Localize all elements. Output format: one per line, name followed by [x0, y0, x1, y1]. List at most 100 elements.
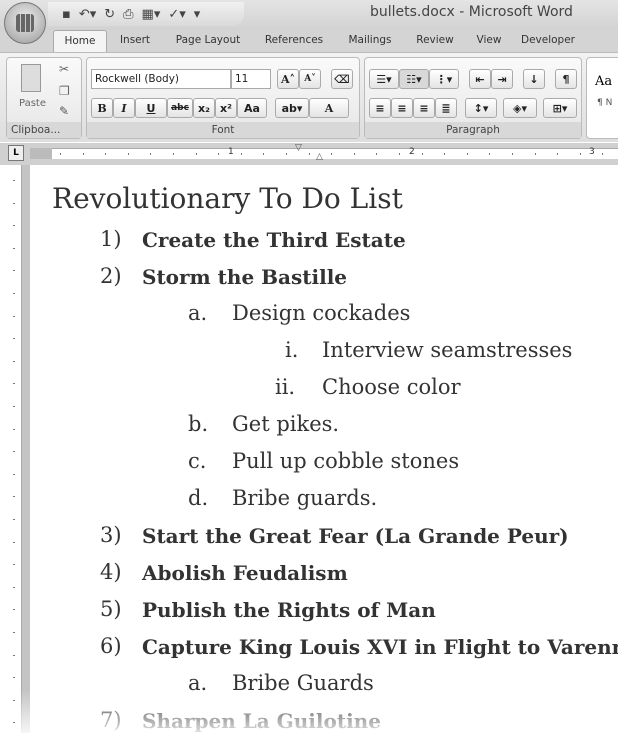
office-button[interactable]: [4, 2, 46, 44]
redo-icon[interactable]: ↻: [104, 7, 115, 22]
line-spacing-button[interactable]: ↕▾: [465, 98, 497, 118]
underline-button[interactable]: U: [135, 98, 167, 118]
increase-indent-icon: ⇥: [497, 72, 507, 86]
ruler-tick: [489, 153, 491, 155]
ruler-tick: [13, 654, 15, 656]
subscript-button[interactable]: x₂: [193, 98, 215, 118]
bullets-icon: ☰▾: [376, 72, 392, 86]
list-item-text[interactable]: Create the Third Estate: [142, 228, 406, 252]
ribbon-tabs: Home Insert Page Layout References Maili…: [0, 30, 618, 52]
ruler-tick: [173, 153, 174, 155]
vertical-ruler[interactable]: [6, 165, 22, 733]
list-item-text[interactable]: Get pikes.: [232, 412, 339, 436]
paste-icon[interactable]: [21, 64, 41, 92]
align-left-button[interactable]: ≡: [369, 98, 391, 118]
clipboard-label: Clipboa...: [7, 122, 81, 138]
ruler-tick: [13, 564, 15, 566]
hanging-indent-marker[interactable]: △: [316, 152, 323, 162]
copy-icon[interactable]: ❐: [59, 84, 70, 98]
format-painter-icon[interactable]: ✎: [59, 104, 69, 118]
bold-button[interactable]: B: [91, 98, 113, 118]
ruler-tick: [557, 153, 559, 155]
ruler-tick: [13, 406, 15, 407]
numbering-icon: ☷▾: [406, 72, 422, 86]
ruler-tick: [150, 153, 152, 155]
italic-button[interactable]: I: [113, 98, 135, 118]
ruler-tick: [13, 247, 15, 249]
save-icon[interactable]: ▪: [62, 7, 71, 22]
list-item-number: ii.: [275, 375, 296, 399]
font-name-combo[interactable]: Rockwell (Body): [91, 69, 231, 89]
ruler-tick: [602, 153, 604, 155]
undo-icon[interactable]: ↶▾: [79, 7, 96, 22]
sort-button[interactable]: ↓: [523, 69, 545, 89]
highlight-button[interactable]: ab▾: [275, 98, 309, 118]
ruler-tick: [195, 153, 197, 155]
font-size-combo[interactable]: 11: [231, 69, 271, 89]
clear-formatting-button[interactable]: ⌫: [331, 69, 353, 89]
increase-indent-button[interactable]: ⇥: [491, 69, 513, 89]
ruler-tick: [512, 153, 513, 155]
align-center-button[interactable]: ≡: [391, 98, 413, 118]
list-item-number: i.: [285, 338, 299, 362]
decrease-indent-button[interactable]: ⇤: [469, 69, 491, 89]
list-item-number: 6): [100, 634, 122, 658]
first-line-indent-marker[interactable]: ▽: [295, 143, 302, 153]
grow-font-button[interactable]: A˄: [277, 69, 299, 89]
ruler-tick: [13, 677, 15, 679]
cut-icon[interactable]: ✂: [59, 62, 69, 76]
line-spacing-icon: ↕▾: [473, 101, 489, 115]
print-icon[interactable]: ⎙: [123, 7, 133, 22]
show-marks-button[interactable]: ¶: [555, 69, 577, 89]
ruler-tick: [308, 153, 310, 155]
list-item-number: d.: [188, 486, 209, 510]
list-item-number: b.: [188, 412, 209, 436]
list-item-text[interactable]: Pull up cobble stones: [232, 449, 459, 473]
list-item-text[interactable]: Publish the Rights of Man: [142, 598, 436, 622]
tab-view[interactable]: View: [465, 30, 513, 52]
list-item-text[interactable]: Start the Great Fear (La Grande Peur): [142, 524, 569, 548]
tab-references[interactable]: References: [253, 30, 335, 52]
spelling-icon[interactable]: ✓▾: [168, 7, 185, 22]
strikethrough-button[interactable]: abc: [167, 98, 193, 118]
tab-home[interactable]: Home: [53, 30, 107, 52]
tab-insert[interactable]: Insert: [107, 30, 163, 52]
align-right-button[interactable]: ≡: [413, 98, 435, 118]
horizontal-ruler[interactable]: [30, 148, 618, 159]
borders-button[interactable]: ⊞▾: [543, 98, 577, 118]
ruler-tick: [13, 315, 15, 317]
font-color-button[interactable]: A: [309, 98, 349, 118]
list-item-text[interactable]: Storm the Bastille: [142, 265, 347, 289]
customize-qat-icon[interactable]: ▾: [194, 7, 201, 22]
tab-mailings[interactable]: Mailings: [335, 30, 405, 52]
list-item-text[interactable]: Capture King Louis XVI in Flight to Vare…: [142, 635, 618, 659]
superscript-button[interactable]: x²: [215, 98, 237, 118]
list-item-text[interactable]: Abolish Feudalism: [142, 561, 348, 585]
list-item-text[interactable]: Interview seamstresses: [322, 338, 572, 362]
style-name: ¶ N: [597, 98, 613, 108]
multilevel-list-button[interactable]: ⋮▾: [429, 69, 459, 89]
styles-gallery[interactable]: Aa ¶ N: [586, 57, 618, 139]
ruler-tick: [13, 699, 15, 701]
shading-button[interactable]: ◈▾: [503, 98, 537, 118]
tab-selector-button[interactable]: L: [8, 145, 24, 161]
layout-icon[interactable]: ▦▾: [142, 7, 161, 22]
style-preview: Aa: [595, 74, 613, 89]
ruler-tick: [240, 153, 242, 155]
tab-developer[interactable]: Developer: [513, 30, 583, 52]
shrink-font-button[interactable]: A˅: [299, 69, 321, 89]
list-item-text[interactable]: Bribe guards.: [232, 486, 377, 510]
list-item-text[interactable]: Choose color: [322, 375, 461, 399]
ruler-mark: 3: [589, 147, 595, 157]
ruler-mark: 1: [228, 147, 234, 157]
document-page[interactable]: Revolutionary To Do List 1) Create the Th…: [30, 165, 618, 733]
numbering-button[interactable]: ☷▾: [399, 69, 429, 89]
justify-button[interactable]: ≣: [435, 98, 457, 118]
tab-review[interactable]: Review: [405, 30, 465, 52]
list-item-text[interactable]: Design cockades: [232, 301, 410, 325]
ruler-tick: [376, 153, 378, 155]
change-case-button[interactable]: Aa: [237, 98, 267, 118]
tab-page-layout[interactable]: Page Layout: [163, 30, 253, 52]
bullets-button[interactable]: ☰▾: [369, 69, 399, 89]
paste-button[interactable]: Paste: [19, 98, 46, 109]
